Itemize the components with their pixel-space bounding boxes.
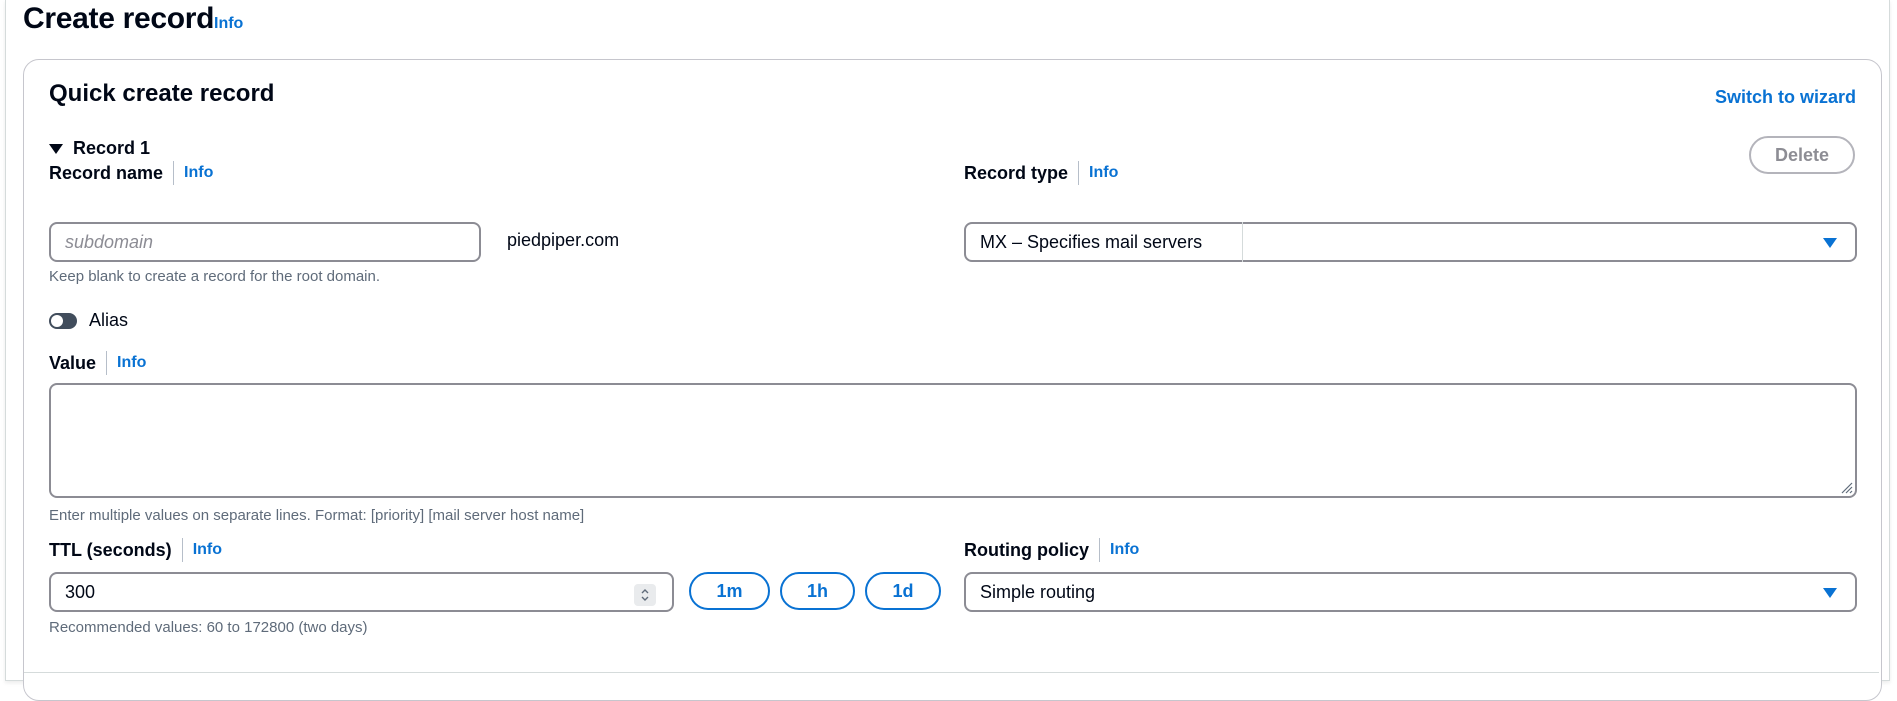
triangle-down-icon (1823, 588, 1837, 598)
value-hint: Enter multiple values on separate lines.… (49, 507, 585, 524)
label-separator (1099, 538, 1100, 562)
label-separator (181, 538, 183, 562)
routing-policy-label-row: Routing policy Info (964, 538, 1139, 562)
record-type-info-link[interactable]: Info (1089, 164, 1118, 182)
routing-policy-selected: Simple routing (980, 581, 1096, 602)
record-name-input[interactable] (49, 222, 481, 262)
routing-policy-select[interactable]: Simple routing (964, 572, 1857, 612)
value-info-link[interactable]: Info (117, 354, 146, 372)
record-name-label: Record name (49, 162, 164, 183)
record-type-select[interactable]: MX – Specifies mail servers (964, 222, 1857, 262)
record-type-selected: MX – Specifies mail servers (980, 231, 1203, 252)
routing-policy-info-link[interactable]: Info (1110, 541, 1139, 559)
ttl-info-link[interactable]: Info (193, 541, 222, 559)
alias-toggle[interactable] (49, 312, 77, 329)
triangle-down-icon (1823, 238, 1837, 248)
domain-suffix: piedpiper.com (507, 230, 620, 250)
ttl-hint: Recommended values: 60 to 172800 (two da… (49, 619, 368, 636)
record-name-label-row: Record name Info (49, 161, 213, 185)
ttl-label: TTL (seconds) (49, 539, 172, 560)
switch-to-wizard-link[interactable]: Switch to wizard (1715, 87, 1856, 108)
record-name-info-link[interactable]: Info (184, 164, 213, 182)
page-title: Create record (23, 2, 215, 35)
record-name-hint: Keep blank to create a record for the ro… (49, 268, 381, 285)
ttl-input[interactable] (49, 572, 674, 612)
delete-button[interactable]: Delete (1749, 136, 1855, 174)
card-title: Quick create record (49, 80, 275, 107)
caret-down-icon (49, 143, 63, 154)
record-section-toggle[interactable]: Record 1 (49, 138, 150, 159)
toggle-knob (51, 314, 63, 327)
section-divider (24, 672, 1879, 673)
label-separator (173, 161, 175, 185)
page-title-info-link[interactable]: Info (214, 15, 243, 33)
record-type-label: Record type (964, 162, 1069, 183)
value-label: Value (49, 352, 97, 373)
label-separator (106, 351, 108, 375)
ttl-label-row: TTL (seconds) Info (49, 538, 222, 562)
quick-create-card: Quick create record Switch to wizard Rec… (23, 59, 1882, 701)
label-separator (1078, 161, 1080, 185)
record-section-label: Record 1 (73, 138, 151, 158)
resize-grip-icon[interactable] (1839, 480, 1853, 494)
ttl-preset-1h-button[interactable]: 1h (780, 572, 855, 610)
select-divider (1242, 222, 1243, 262)
value-label-row: Value Info (49, 351, 146, 375)
record-type-label-row: Record type Info (964, 161, 1118, 185)
stepper-icon[interactable] (634, 584, 656, 606)
ttl-preset-1m-button[interactable]: 1m (689, 572, 770, 610)
alias-label: Alias (89, 310, 129, 330)
value-textarea[interactable] (49, 383, 1857, 498)
routing-policy-label: Routing policy (964, 539, 1089, 560)
alias-toggle-row: Alias (49, 310, 128, 331)
ttl-preset-1d-button[interactable]: 1d (865, 572, 941, 610)
